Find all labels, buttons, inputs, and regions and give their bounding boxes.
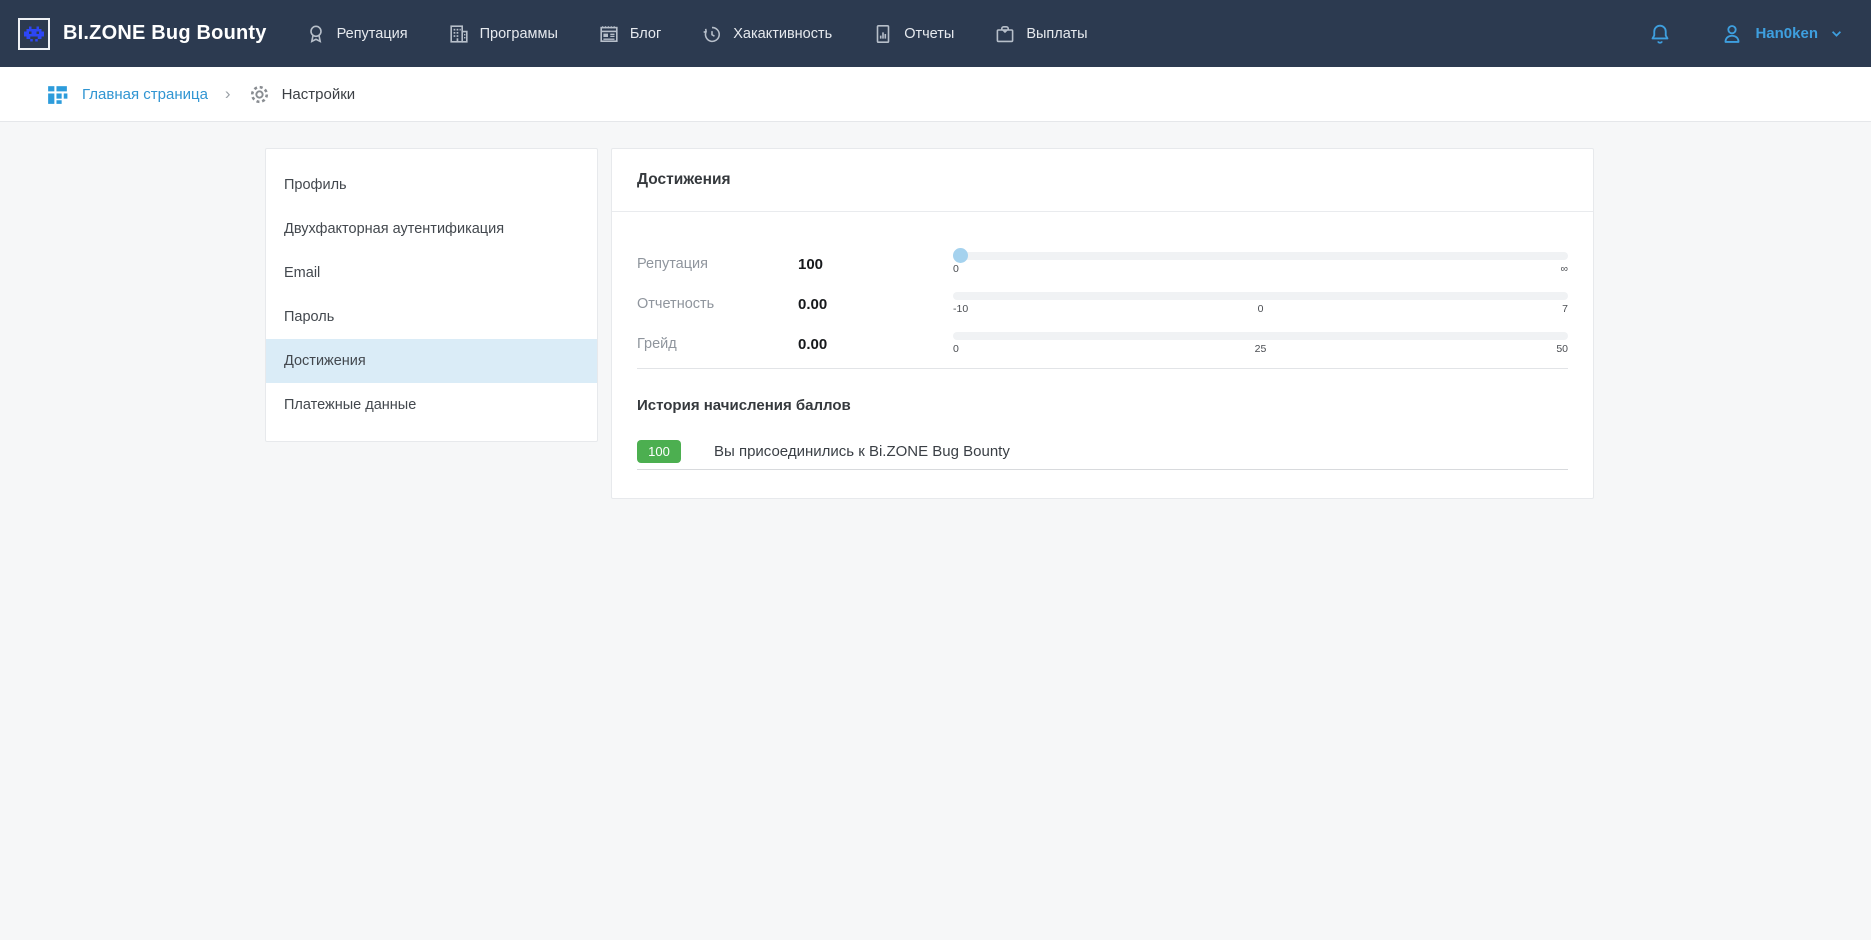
metric-label: Грейд bbox=[637, 336, 798, 352]
sidebar-item-achievements[interactable]: Достижения bbox=[266, 339, 597, 383]
breadcrumb-separator-icon: › bbox=[223, 85, 233, 104]
breadcrumb-home-label: Главная страница bbox=[82, 86, 208, 103]
history-row: 100 Вы присоединились к Bi.ZONE Bug Boun… bbox=[637, 440, 1568, 470]
user-icon bbox=[1719, 21, 1745, 47]
logo-text: BI.ZONE Bug Bounty bbox=[63, 22, 267, 45]
sidebar-item-password[interactable]: Пароль bbox=[266, 295, 597, 339]
building-icon bbox=[448, 23, 470, 45]
scale-min-label: -10 bbox=[953, 303, 968, 316]
slider-scale: 0 25 50 bbox=[953, 343, 1568, 356]
slider-scale: -10 0 7 bbox=[953, 303, 1568, 316]
scale-mid-label: 25 bbox=[1255, 343, 1267, 355]
slider-track[interactable] bbox=[953, 292, 1568, 300]
notifications-button[interactable] bbox=[1647, 21, 1673, 47]
history-row-text: Вы присоединились к Bi.ZONE Bug Bounty bbox=[714, 443, 1010, 460]
metric-value: 100 bbox=[798, 256, 953, 273]
nav-item-label: Выплаты bbox=[1026, 26, 1087, 42]
metric-row-reporting: Отчетность 0.00 -10 0 7 bbox=[637, 292, 1568, 316]
scale-max-label: 50 bbox=[1556, 343, 1568, 356]
metric-value: 0.00 bbox=[798, 296, 953, 313]
sidebar-item-email[interactable]: Email bbox=[266, 251, 597, 295]
metric-value: 0.00 bbox=[798, 336, 953, 353]
reporting-slider: -10 0 7 bbox=[953, 292, 1568, 316]
nav-menu: Репутация Программы bbox=[305, 23, 1088, 45]
nav-item-hackactivity[interactable]: Хакактивность bbox=[701, 23, 832, 45]
scale-min-label: 0 bbox=[953, 343, 959, 356]
award-icon bbox=[305, 23, 327, 45]
user-name: Han0ken bbox=[1755, 25, 1818, 42]
history-icon bbox=[701, 23, 723, 45]
points-history-title: История начисления баллов bbox=[637, 397, 1568, 414]
points-history-section: История начисления баллов 100 Вы присоед… bbox=[612, 397, 1593, 470]
nav-item-label: Программы bbox=[480, 26, 558, 42]
chevron-down-icon bbox=[1828, 25, 1845, 42]
grade-slider: 0 25 50 bbox=[953, 332, 1568, 356]
sidebar-item-2fa[interactable]: Двухфакторная аутентификация bbox=[266, 207, 597, 251]
scale-min-label: 0 bbox=[953, 263, 959, 276]
scale-max-label: 7 bbox=[1562, 303, 1568, 316]
nav-right: Han0ken bbox=[1647, 21, 1845, 47]
scale-mid-label: 0 bbox=[1258, 303, 1264, 315]
gear-icon bbox=[248, 83, 271, 106]
bell-icon bbox=[1647, 21, 1673, 47]
metric-row-reputation: Репутация 100 0 ∞ bbox=[637, 252, 1568, 276]
slider-handle[interactable] bbox=[953, 248, 968, 263]
breadcrumb-current-label: Настройки bbox=[282, 86, 356, 103]
nav-item-programs[interactable]: Программы bbox=[448, 23, 558, 45]
slider-track[interactable] bbox=[953, 332, 1568, 340]
breadcrumb-current: Настройки bbox=[248, 83, 356, 106]
nav-item-label: Репутация bbox=[337, 26, 408, 42]
metric-label: Репутация bbox=[637, 256, 798, 272]
nav-item-reports[interactable]: Отчеты bbox=[872, 23, 954, 45]
nav-item-reputation[interactable]: Репутация bbox=[305, 23, 408, 45]
slider-scale: 0 ∞ bbox=[953, 263, 1568, 276]
user-menu[interactable]: Han0ken bbox=[1719, 21, 1845, 47]
nav-item-payouts[interactable]: Выплаты bbox=[994, 23, 1087, 45]
newspaper-icon bbox=[598, 23, 620, 45]
scale-max-label: ∞ bbox=[1561, 263, 1569, 276]
report-icon bbox=[872, 23, 894, 45]
panel-title: Достижения bbox=[612, 149, 1593, 212]
achievements-panel: Достижения Репутация 100 0 ∞ Отчетность … bbox=[611, 148, 1594, 499]
breadcrumb-home-link[interactable]: Главная страница bbox=[45, 82, 208, 107]
settings-sidebar: Профиль Двухфакторная аутентификация Ema… bbox=[265, 148, 598, 442]
metric-row-grade: Грейд 0.00 0 25 50 bbox=[637, 332, 1568, 356]
top-nav: BI.ZONE Bug Bounty Репутация bbox=[0, 0, 1871, 67]
dashboard-icon bbox=[45, 82, 70, 107]
briefcase-icon bbox=[994, 23, 1016, 45]
breadcrumb: Главная страница › Настройки bbox=[0, 67, 1871, 122]
nav-item-blog[interactable]: Блог bbox=[598, 23, 661, 45]
metric-label: Отчетность bbox=[637, 296, 798, 312]
nav-item-label: Хакактивность bbox=[733, 26, 832, 42]
logo[interactable]: BI.ZONE Bug Bounty bbox=[18, 18, 267, 50]
sidebar-item-profile[interactable]: Профиль bbox=[266, 163, 597, 207]
reputation-slider: 0 ∞ bbox=[953, 252, 1568, 276]
slider-track[interactable] bbox=[953, 252, 1568, 260]
points-badge: 100 bbox=[637, 440, 681, 463]
nav-item-label: Блог bbox=[630, 26, 661, 42]
logo-bug-icon bbox=[18, 18, 50, 50]
nav-item-label: Отчеты bbox=[904, 26, 954, 42]
metrics-section: Репутация 100 0 ∞ Отчетность 0.00 -10 bbox=[637, 212, 1568, 369]
sidebar-item-payment-data[interactable]: Платежные данные bbox=[266, 383, 597, 427]
